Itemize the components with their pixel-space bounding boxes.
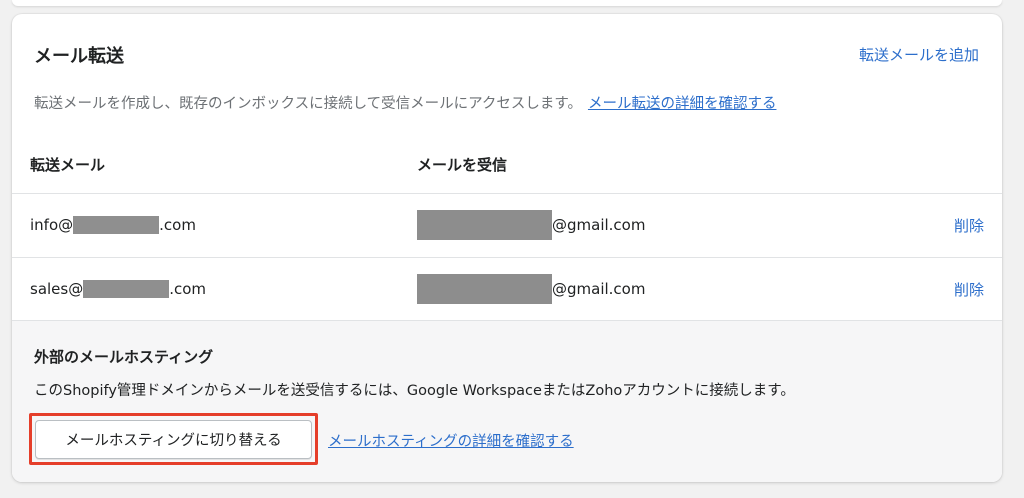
forwarding-description-text: 転送メールを作成し、既存のインボックスに接続して受信メールにアクセスします。 xyxy=(34,96,582,112)
email-hosting-learn-more-link[interactable]: メールホスティングの詳細を確認する xyxy=(328,430,574,451)
receive-email-suffix: @gmail.com xyxy=(552,216,646,234)
column-header-receive: メールを受信 xyxy=(417,156,508,174)
external-hosting-section: 外部のメールホスティング このShopify管理ドメインからメールを送受信するに… xyxy=(12,320,1002,482)
forward-email-suffix: .com xyxy=(169,280,207,298)
card-title: メール転送 xyxy=(34,46,124,67)
forward-email: info@ .com xyxy=(30,193,196,257)
external-hosting-title: 外部のメールホスティング xyxy=(34,348,214,366)
redacted-domain xyxy=(73,216,160,234)
forwarding-description: 転送メールを作成し、既存のインボックスに接続して受信メールにアクセスします。 メー… xyxy=(34,92,776,113)
delete-link[interactable]: 削除 xyxy=(954,257,984,321)
table-row: info@ .com @gmail.com 削除 xyxy=(12,193,1002,257)
email-forwarding-card: メール転送 転送メールを追加 転送メールを作成し、既存のインボックスに接続して受… xyxy=(12,14,1002,482)
column-header-forward: 転送メール xyxy=(30,156,106,174)
forwarding-learn-more-link[interactable]: メール転送の詳細を確認する xyxy=(588,96,777,112)
forward-email-suffix: .com xyxy=(159,216,196,234)
forward-email-prefix: info@ xyxy=(30,216,74,234)
previous-card-edge xyxy=(12,0,1002,6)
forward-email-prefix: sales@ xyxy=(30,280,84,298)
forward-email: sales@ .com xyxy=(30,257,206,321)
redacted-username xyxy=(417,210,552,240)
receive-email: @gmail.com xyxy=(417,257,645,321)
delete-link[interactable]: 削除 xyxy=(954,193,984,257)
external-hosting-description: このShopify管理ドメインからメールを送受信するには、Google Work… xyxy=(34,383,795,399)
receive-email: @gmail.com xyxy=(417,193,645,257)
table-row: sales@ .com @gmail.com 削除 xyxy=(12,257,1002,321)
receive-email-suffix: @gmail.com xyxy=(552,280,646,298)
redacted-username xyxy=(417,274,552,304)
add-forwarding-email-link[interactable]: 転送メールを追加 xyxy=(859,44,979,65)
redacted-domain xyxy=(83,280,170,298)
switch-to-email-hosting-button[interactable]: メールホスティングに切り替える xyxy=(35,420,312,459)
